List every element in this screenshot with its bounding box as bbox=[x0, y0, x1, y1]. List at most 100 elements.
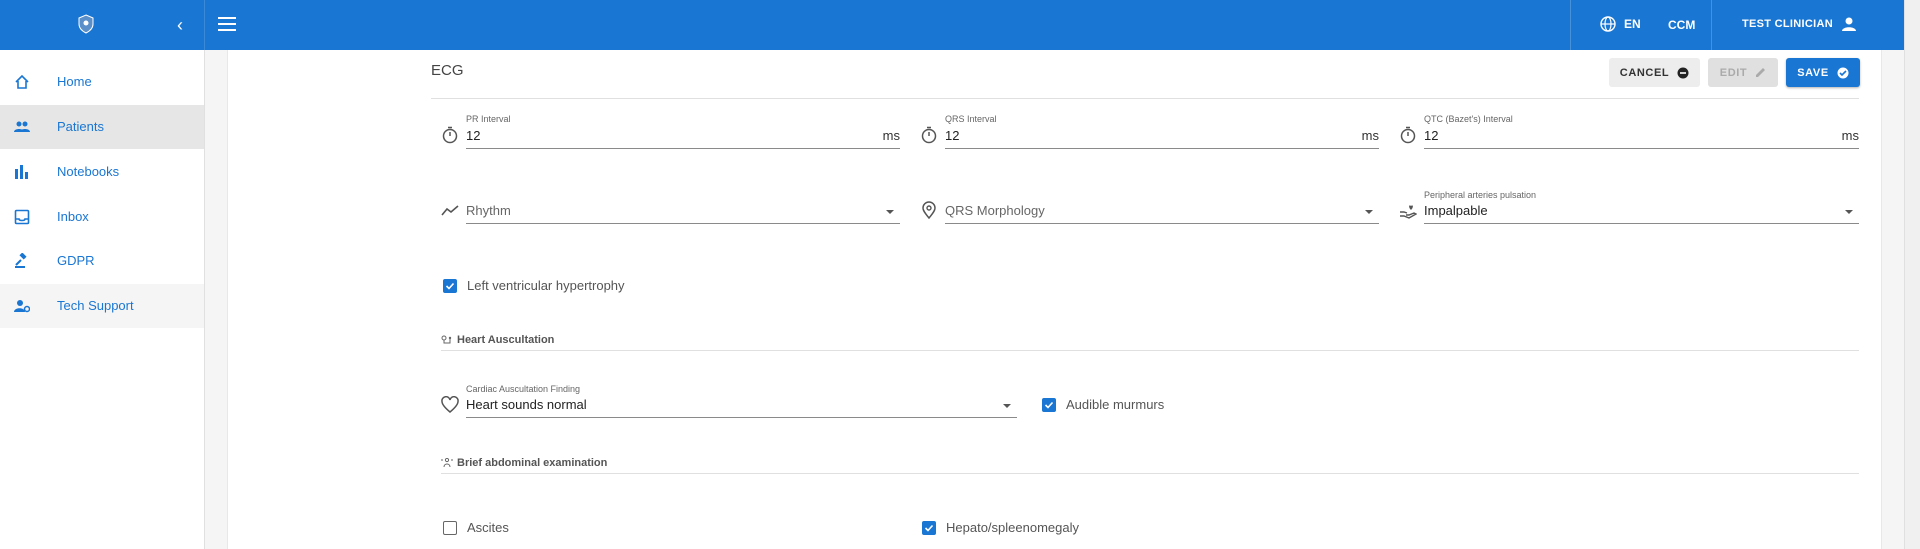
input-underline bbox=[945, 148, 1379, 149]
sidebar-item-tech-support[interactable]: Tech Support bbox=[0, 284, 204, 328]
input-underline bbox=[1424, 223, 1859, 224]
trending-line-icon bbox=[441, 205, 459, 216]
checkbox-checked-icon bbox=[922, 520, 936, 535]
sidebar-item-label: Home bbox=[57, 74, 92, 89]
input-underline bbox=[466, 417, 1017, 418]
unit-label: ms bbox=[882, 128, 900, 143]
pencil-icon bbox=[1756, 68, 1766, 77]
sidebar-item-inbox[interactable]: Inbox bbox=[0, 195, 204, 239]
checkbox-checked-icon bbox=[443, 278, 457, 293]
divider bbox=[441, 473, 1859, 474]
field-label: PR Interval bbox=[466, 114, 511, 124]
hamburger-icon[interactable] bbox=[218, 17, 236, 31]
sidebar-item-label: GDPR bbox=[57, 253, 95, 268]
hand-heart-icon bbox=[1400, 205, 1417, 219]
checkbox-unchecked-icon bbox=[443, 520, 457, 535]
people-icon bbox=[14, 121, 30, 132]
page-scrollbar[interactable] bbox=[1904, 0, 1920, 549]
pr-interval-field[interactable]: PR Interval 12 ms bbox=[441, 112, 900, 152]
timer-icon bbox=[1400, 126, 1416, 144]
sidebar-item-notebooks[interactable]: Notebooks bbox=[0, 150, 204, 194]
lvh-checkbox[interactable]: Left ventricular hypertrophy bbox=[443, 278, 625, 293]
field-label: QRS Interval bbox=[945, 114, 997, 124]
hepato-spleenomegaly-checkbox[interactable]: Hepato/spleenomegaly bbox=[922, 520, 1079, 535]
sidebar-item-label: Tech Support bbox=[57, 298, 134, 313]
section-heading-label: Heart Auscultation bbox=[457, 334, 555, 346]
peripheral-pulsation-select[interactable]: Peripheral arteries pulsation Impalpable bbox=[1399, 188, 1859, 228]
sidebar-item-label: Notebooks bbox=[57, 164, 120, 179]
sidebar-item-home[interactable]: Home bbox=[0, 60, 204, 104]
dropdown-arrow-icon bbox=[1845, 210, 1853, 214]
input-underline bbox=[466, 148, 900, 149]
select-placeholder: QRS Morphology bbox=[945, 203, 1045, 218]
qtc-interval-field[interactable]: QTC (Bazet's) Interval 12 ms bbox=[1399, 112, 1859, 152]
unit-label: ms bbox=[1841, 128, 1859, 143]
sidebar-item-gdpr[interactable]: GDPR bbox=[0, 239, 204, 283]
field-value: Impalpable bbox=[1424, 203, 1488, 218]
edit-button[interactable]: EDIT bbox=[1708, 58, 1778, 87]
edit-label: EDIT bbox=[1719, 66, 1748, 79]
ascites-checkbox[interactable]: Ascites bbox=[443, 520, 509, 535]
support-agent-icon bbox=[14, 300, 30, 313]
logo-area: ‹ bbox=[0, 0, 205, 50]
cardiac-finding-select[interactable]: Cardiac Auscultation Finding Heart sound… bbox=[441, 382, 1017, 422]
dropdown-arrow-icon bbox=[1003, 404, 1011, 408]
field-value: 12 bbox=[1424, 128, 1439, 143]
field-value: 12 bbox=[466, 128, 481, 143]
checkbox-label: Ascites bbox=[467, 520, 509, 535]
rhythm-select[interactable]: Rhythm bbox=[441, 188, 900, 228]
input-underline bbox=[945, 223, 1379, 224]
input-underline bbox=[466, 223, 900, 224]
field-label: Cardiac Auscultation Finding bbox=[466, 384, 581, 394]
section-heading-label: Brief abdominal examination bbox=[457, 457, 608, 469]
checkbox-label: Left ventricular hypertrophy bbox=[467, 278, 625, 293]
save-button[interactable]: SAVE bbox=[1786, 58, 1860, 87]
timer-icon bbox=[921, 126, 937, 144]
abdominal-exam-heading: Brief abdominal examination bbox=[441, 457, 607, 469]
field-value: Heart sounds normal bbox=[466, 397, 587, 412]
body-scan-icon bbox=[441, 458, 453, 468]
chevron-left-icon[interactable]: ‹ bbox=[177, 16, 183, 34]
ccm-link[interactable]: CCM bbox=[1668, 18, 1695, 32]
section-title: ECG bbox=[431, 62, 464, 79]
sidebar: Home Patients Notebooks Inbox GDPR Tech … bbox=[0, 50, 205, 549]
field-label: QTC (Bazet's) Interval bbox=[1424, 114, 1513, 124]
qrs-morphology-select[interactable]: QRS Morphology bbox=[920, 188, 1379, 228]
gavel-icon bbox=[15, 253, 27, 268]
field-value: 12 bbox=[945, 128, 960, 143]
dropdown-arrow-icon bbox=[1365, 210, 1373, 214]
stethoscope-icon bbox=[441, 335, 452, 344]
cancel-label: CANCEL bbox=[1619, 66, 1670, 79]
timer-icon bbox=[442, 126, 458, 144]
input-underline bbox=[1424, 148, 1859, 149]
dropdown-arrow-icon bbox=[886, 210, 894, 214]
divider bbox=[431, 98, 1859, 99]
sidebar-item-patients[interactable]: Patients bbox=[0, 105, 204, 149]
sidebar-item-label: Patients bbox=[57, 119, 104, 134]
select-placeholder: Rhythm bbox=[466, 203, 511, 218]
language-switcher[interactable]: EN bbox=[1600, 16, 1641, 32]
divider bbox=[441, 350, 1859, 351]
bar-chart-icon bbox=[15, 165, 28, 179]
checkbox-label: Hepato/spleenomegaly bbox=[946, 520, 1079, 535]
heart-auscultation-heading: Heart Auscultation bbox=[441, 334, 554, 346]
globe-icon bbox=[1600, 16, 1616, 32]
qrs-interval-field[interactable]: QRS Interval 12 ms bbox=[920, 112, 1379, 152]
sidebar-item-label: Inbox bbox=[57, 209, 89, 224]
checkbox-label: Audible murmurs bbox=[1066, 397, 1165, 412]
user-name: TEST CLINICIAN bbox=[1742, 18, 1833, 30]
home-icon bbox=[15, 74, 29, 89]
inbox-icon bbox=[14, 209, 30, 225]
user-menu[interactable]: TEST CLINICIAN bbox=[1742, 16, 1857, 32]
top-app-bar: ‹ EN CCM TEST CLINICIAN bbox=[0, 0, 1904, 50]
save-label: SAVE bbox=[1797, 66, 1829, 79]
language-label: EN bbox=[1624, 17, 1641, 31]
cancel-button[interactable]: CANCEL bbox=[1609, 58, 1700, 87]
shield-logo-icon[interactable] bbox=[77, 14, 95, 34]
audible-murmurs-checkbox[interactable]: Audible murmurs bbox=[1042, 397, 1164, 412]
checkbox-checked-icon bbox=[1042, 397, 1056, 412]
divider bbox=[1711, 0, 1712, 50]
field-label: Peripheral arteries pulsation bbox=[1424, 190, 1537, 200]
location-pin-icon bbox=[922, 201, 936, 219]
check-circle-icon bbox=[1837, 67, 1849, 78]
